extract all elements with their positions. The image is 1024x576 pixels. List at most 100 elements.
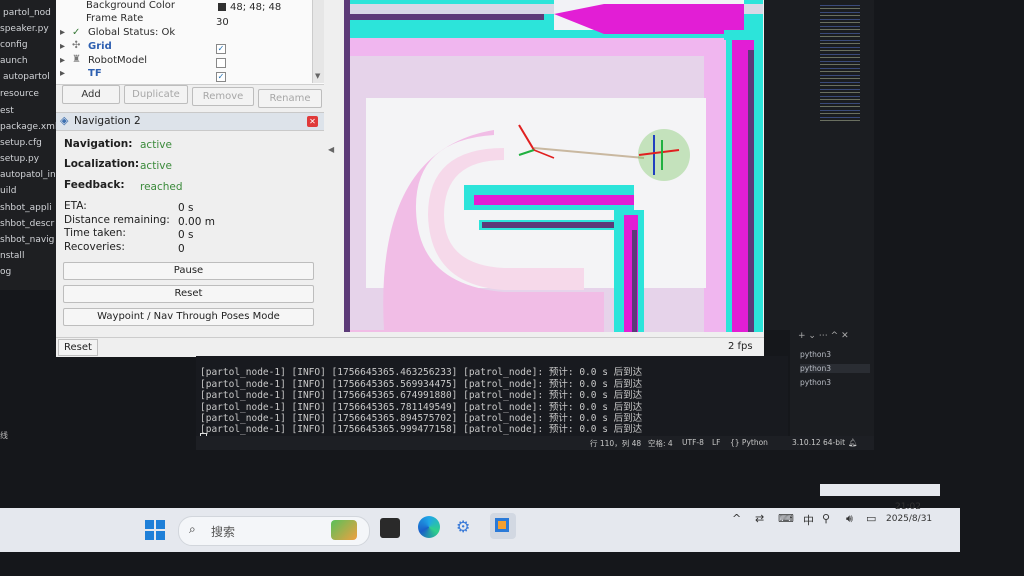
explorer-item[interactable]: autopatol_int: [0, 170, 56, 180]
volume-icon[interactable]: 🔊︎: [846, 512, 853, 526]
bell-icon[interactable]: 🔔︎: [848, 438, 858, 447]
search-highlight-icon: [331, 520, 357, 540]
indent-setting[interactable]: 空格: 4: [648, 438, 673, 449]
grid-icon: ✣: [72, 40, 81, 51]
expand-arrow-icon[interactable]: ▸: [60, 41, 65, 52]
eta-value: 0 s: [178, 202, 194, 214]
terminal-tab[interactable]: python3: [800, 378, 831, 387]
pause-button[interactable]: Pause: [63, 262, 314, 280]
collapse-arrow-icon[interactable]: ◀: [328, 145, 334, 154]
tf-display-label[interactable]: TF: [88, 68, 102, 79]
vscode-statusbar: 行 110，列 48 空格: 4 UTF-8 LF {} Python 3.10…: [196, 436, 874, 450]
clock-time[interactable]: 21:02: [895, 502, 921, 512]
nav2-panel-header: ◈ Navigation 2 ✕: [56, 112, 324, 131]
remove-button[interactable]: Remove: [192, 87, 254, 106]
nav2-title: Navigation 2: [74, 115, 141, 127]
eol[interactable]: LF: [712, 438, 721, 447]
localization-status: active: [140, 160, 172, 172]
explorer-item[interactable]: shbot_descr: [0, 219, 54, 229]
rviz-statusbar: Reset 2 fps: [56, 337, 764, 357]
minimap[interactable]: [820, 2, 860, 122]
python-interpreter[interactable]: 3.10.12 64-bit: [792, 438, 845, 447]
wifi-icon[interactable]: ⚲: [822, 512, 830, 525]
taskbar-search[interactable]: ⌕ 搜索: [178, 516, 370, 546]
rename-button[interactable]: Rename: [258, 89, 322, 108]
terminal-app-icon[interactable]: [380, 518, 400, 538]
cursor-position[interactable]: 行 110，列 48: [590, 438, 641, 449]
expand-arrow-icon[interactable]: ▸: [60, 55, 65, 66]
search-icon: ⌕: [189, 522, 196, 536]
feedback-label: Feedback:: [64, 179, 125, 191]
explorer-item[interactable]: est: [0, 106, 14, 116]
grid-checkbox[interactable]: ✓: [216, 44, 226, 54]
explorer-item[interactable]: og: [0, 267, 11, 277]
expand-arrow-icon[interactable]: ▸: [60, 27, 65, 38]
settings-app-icon[interactable]: ⚙: [456, 517, 476, 537]
reset-view-button[interactable]: Reset: [58, 339, 98, 356]
robotmodel-checkbox[interactable]: [216, 58, 226, 68]
terminal-tab[interactable]: python3: [800, 350, 831, 359]
duplicate-button[interactable]: Duplicate: [124, 85, 188, 104]
rviz-window: Background Color 48; 48; 48 Frame Rate 3…: [56, 0, 764, 357]
robotmodel-display-label[interactable]: RobotModel: [88, 55, 147, 66]
feedback-status: reached: [140, 181, 183, 193]
eta-label: ETA:: [64, 200, 87, 212]
scroll-down-icon[interactable]: ▼: [315, 72, 320, 80]
terminal-tab-active[interactable]: python3: [800, 364, 870, 373]
global-status-label[interactable]: Global Status: Ok: [88, 27, 175, 38]
expand-arrow-icon[interactable]: ▸: [60, 68, 65, 79]
clock-date[interactable]: 2025/8/31: [886, 514, 932, 524]
color-swatch[interactable]: [218, 3, 226, 11]
check-icon: ✓: [72, 27, 81, 38]
explorer-item[interactable]: resource: [0, 89, 39, 99]
explorer-item[interactable]: config: [0, 40, 28, 50]
terminal-toolbar-icons[interactable]: + ⌄ ⋯ ^ ✕: [798, 331, 849, 341]
vscode-app-icon[interactable]: [490, 513, 516, 539]
network-icon[interactable]: ⇄: [755, 512, 764, 525]
sidebar-label: 线: [0, 431, 8, 440]
explorer-item[interactable]: nstall: [0, 251, 24, 261]
explorer-item[interactable]: shbot_navig: [0, 235, 54, 245]
displays-scrollbar[interactable]: [312, 0, 324, 83]
explorer-item[interactable]: setup.cfg: [0, 138, 42, 148]
file-explorer: partol_nod speaker.py config aunch autop…: [0, 0, 56, 290]
explorer-item[interactable]: setup.py: [0, 154, 39, 164]
explorer-item[interactable]: package.xml: [0, 122, 56, 132]
navigation-status: active: [140, 139, 172, 151]
tf-checkbox[interactable]: ✓: [216, 72, 226, 82]
recoveries-value: 0: [178, 243, 185, 255]
battery-icon[interactable]: ▭: [866, 512, 876, 525]
background-color-value[interactable]: 48; 48; 48: [230, 2, 281, 13]
time-taken-label: Time taken:: [64, 227, 126, 239]
terminal-tabs: + ⌄ ⋯ ^ ✕ python3 python3 python3: [790, 330, 874, 440]
edge-browser-icon[interactable]: [418, 516, 440, 538]
terminal-panel[interactable]: [partol_node-1] [INFO] [1756645365.46325…: [196, 356, 788, 445]
explorer-item[interactable]: partol_nod: [3, 8, 51, 18]
windows-start-icon[interactable]: [145, 520, 165, 540]
language-mode[interactable]: {} Python: [730, 438, 768, 447]
close-icon[interactable]: ✕: [307, 116, 318, 127]
map-viewport[interactable]: [344, 0, 763, 332]
explorer-item[interactable]: uild: [0, 186, 16, 196]
add-button[interactable]: Add: [62, 85, 120, 104]
explorer-item[interactable]: shbot_appli: [0, 203, 52, 213]
costmap-render: [344, 0, 763, 332]
waypoint-mode-button[interactable]: Waypoint / Nav Through Poses Mode: [63, 308, 314, 326]
displays-panel: Background Color 48; 48; 48 Frame Rate 3…: [56, 0, 324, 85]
navigation-label: Navigation:: [64, 138, 133, 150]
explorer-item[interactable]: speaker.py: [0, 24, 49, 34]
nav2-icon: ◈: [60, 114, 69, 127]
grid-display-label[interactable]: Grid: [88, 41, 112, 52]
keyboard-icon[interactable]: ⌨: [778, 512, 794, 525]
tray-expand-icon[interactable]: ^: [732, 512, 741, 525]
explorer-item[interactable]: autopartol: [3, 72, 50, 82]
frame-rate-value[interactable]: 30: [216, 17, 229, 28]
recoveries-label: Recoveries:: [64, 241, 125, 253]
windows-taskbar: ⌕ 搜索 ⚙ ^ ⇄ ⌨ 中 ⚲ 🔊︎ ▭ 21:02 2025/8/31: [0, 502, 960, 552]
reset-nav-button[interactable]: Reset: [63, 285, 314, 303]
ime-indicator[interactable]: 中: [803, 512, 814, 528]
distance-remaining-label: Distance remaining:: [64, 214, 170, 226]
encoding[interactable]: UTF-8: [682, 438, 704, 447]
explorer-item[interactable]: aunch: [0, 56, 28, 66]
localization-label: Localization:: [64, 158, 140, 170]
